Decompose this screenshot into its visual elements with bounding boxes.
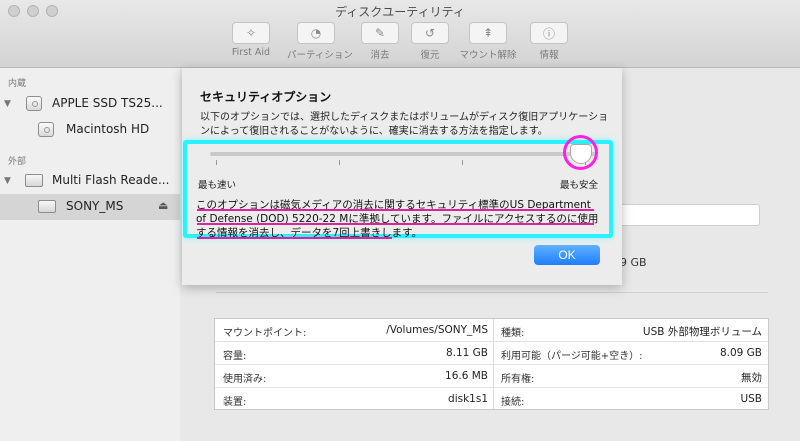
restore-button[interactable]: ↺ 復元: [401, 22, 459, 61]
info-key: 容量:: [223, 351, 247, 362]
info-key: 利用可能（パージ可能+空き）:: [501, 351, 643, 362]
sheet-title: セキュリティオプション: [200, 90, 332, 104]
first-aid-button[interactable]: ✧ First Aid: [222, 22, 280, 58]
unmount-icon: ⇞: [482, 26, 494, 40]
info-value: 8.09 GB: [719, 347, 762, 359]
info-key: 接続:: [501, 397, 525, 408]
info-value: 8.11 GB: [445, 347, 488, 359]
disclosure-triangle-icon[interactable]: ▼: [4, 176, 11, 186]
volume-info-table: マウントポイント: /Volumes/SONY_MS 種類: USB 外部物理ボ…: [214, 318, 769, 410]
info-button[interactable]: ⓘ 情報: [520, 22, 578, 61]
info-value: /Volumes/SONY_MS: [386, 324, 488, 336]
volume-icon: [38, 122, 54, 137]
sidebar-item-multi-flash-reader[interactable]: ▼ Multi Flash Reade...: [0, 168, 180, 194]
info-key: 所有権:: [501, 374, 535, 385]
sidebar-item-label: Macintosh HD: [66, 122, 150, 136]
info-value: 無効: [741, 372, 762, 384]
window-title: ディスクユーティリティ: [335, 5, 465, 19]
external-disk-icon: [25, 174, 43, 187]
volume-name-field: [610, 204, 760, 226]
table-row: マウントポイント: /Volumes/SONY_MS 種類: USB 外部物理ボ…: [215, 319, 768, 342]
info-icon: ⓘ: [542, 26, 555, 41]
annotation-underline: [197, 209, 594, 211]
slider-max-label: 最も安全: [560, 180, 599, 191]
info-value: USB 外部物理ボリューム: [642, 326, 762, 338]
annotation-underline: [197, 223, 594, 225]
sidebar: 内蔵 ▼ APPLE SSD TS25... Macintosh HD 外部 ▼…: [0, 68, 180, 441]
info-value: 16.6 MB: [445, 370, 488, 382]
partition-label: パーティション: [287, 50, 353, 61]
erase-icon: ✎: [374, 26, 386, 40]
sidebar-item-label: SONY_MS: [66, 199, 124, 213]
info-key: 使用済み:: [223, 374, 267, 385]
disk-utility-window: ディスクユーティリティ ✧ First Aid ◔ パーティション ✎ 消去 ↺…: [0, 0, 800, 441]
restore-label: 復元: [420, 50, 440, 61]
unmount-button[interactable]: ⇞ マウント解除: [459, 22, 517, 61]
sidebar-section-external: 外部: [8, 157, 27, 167]
annotation-underline: [197, 237, 392, 239]
restore-icon: ↺: [424, 26, 436, 40]
info-value: USB: [740, 393, 762, 405]
table-row: 使用済み: 16.6 MB 所有権: 無効: [215, 365, 768, 388]
external-volume-icon: [38, 200, 56, 213]
divider: [216, 292, 768, 293]
info-key: 装置:: [223, 397, 247, 408]
ok-button[interactable]: OK: [534, 245, 600, 265]
internal-disk-icon: [26, 96, 42, 111]
partition-button[interactable]: ◔ パーティション: [287, 22, 353, 61]
sidebar-item-sony-ms[interactable]: SONY_MS ⏏: [0, 194, 180, 220]
security-description: このオプションは磁気メディアの消去に関するセキュリティ標準のUS Departm…: [196, 199, 599, 239]
sidebar-item-label: Multi Flash Reade...: [52, 173, 170, 187]
slider-min-label: 最も速い: [198, 180, 237, 191]
volume-size-text: 9 GB: [620, 256, 647, 269]
annotation-circle: [563, 135, 598, 170]
sidebar-item-label: APPLE SSD TS25...: [52, 96, 163, 110]
info-key: マウントポイント:: [223, 328, 307, 339]
unmount-label: マウント解除: [459, 50, 517, 61]
info-value: disk1s1: [448, 393, 488, 405]
sidebar-section-internal: 内蔵: [8, 79, 27, 89]
eject-icon[interactable]: ⏏: [158, 199, 168, 212]
table-row: 装置: disk1s1 接続: USB: [215, 388, 768, 411]
info-label: 情報: [539, 50, 559, 61]
slider-tick: [462, 160, 463, 165]
first-aid-label: First Aid: [231, 47, 271, 58]
title-bar: ディスクユーティリティ ✧ First Aid ◔ パーティション ✎ 消去 ↺…: [0, 0, 800, 68]
first-aid-icon: ✧: [245, 26, 257, 40]
sidebar-item-macintosh-hd[interactable]: Macintosh HD: [0, 117, 180, 143]
table-row: 容量: 8.11 GB 利用可能（パージ可能+空き）: 8.09 GB: [215, 342, 768, 365]
sidebar-item-apple-ssd[interactable]: ▼ APPLE SSD TS25...: [0, 91, 180, 117]
info-key: 種類:: [501, 328, 525, 339]
slider-tick: [339, 160, 340, 165]
security-slider[interactable]: [210, 152, 596, 156]
disclosure-triangle-icon[interactable]: ▼: [4, 99, 11, 109]
partition-icon: ◔: [310, 26, 322, 40]
sheet-description: 以下のオプションでは、選択したディスクまたはボリュームがディスク復旧アプリケーシ…: [200, 112, 609, 137]
slider-tick: [216, 160, 217, 165]
